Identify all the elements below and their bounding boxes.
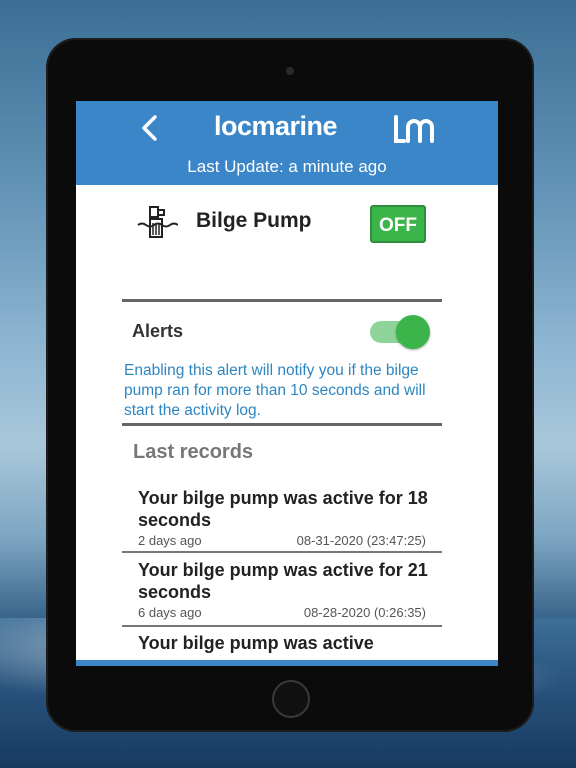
- bottom-nav: [76, 660, 498, 666]
- record-text: Your bilge pump was active for 21 second…: [138, 560, 428, 602]
- app-header: locmarine Last Update: a minute ago: [76, 101, 498, 185]
- record-divider: [122, 625, 442, 627]
- back-arrow-icon[interactable]: [138, 113, 162, 143]
- toggle-knob: [396, 315, 430, 349]
- record-ago: 2 days ago: [138, 533, 202, 548]
- record-text: Your bilge pump was active for 18 second…: [138, 488, 428, 530]
- pump-title: Bilge Pump: [196, 209, 312, 232]
- record-text: Your bilge pump was active: [138, 633, 374, 653]
- record-date: 08-28-2020 (0:26:35): [303, 605, 426, 620]
- camera-dot: [286, 67, 294, 75]
- record-date: 08-31-2020 (23:47:25): [296, 533, 426, 548]
- section-divider: [122, 423, 442, 426]
- pump-status-button[interactable]: OFF: [370, 205, 426, 243]
- record-divider: [122, 551, 442, 553]
- app-screen: locmarine Last Update: a minute ago Bilg…: [76, 101, 498, 666]
- section-divider: [122, 299, 442, 302]
- last-update-text: Last Update: a minute ago: [187, 157, 387, 176]
- locmarine-logo-icon: [392, 115, 434, 145]
- alerts-description: Enabling this alert will notify you if t…: [124, 362, 426, 419]
- brand-logo-text: locmarine: [214, 111, 338, 141]
- alerts-label: Alerts: [132, 321, 184, 341]
- tablet-frame: locmarine Last Update: a minute ago Bilg…: [46, 38, 534, 732]
- bilge-pump-icon: [136, 205, 179, 241]
- alerts-toggle[interactable]: [370, 315, 430, 349]
- home-button[interactable]: [272, 680, 310, 718]
- records-title: Last records: [133, 441, 254, 463]
- record-ago: 6 days ago: [138, 605, 202, 620]
